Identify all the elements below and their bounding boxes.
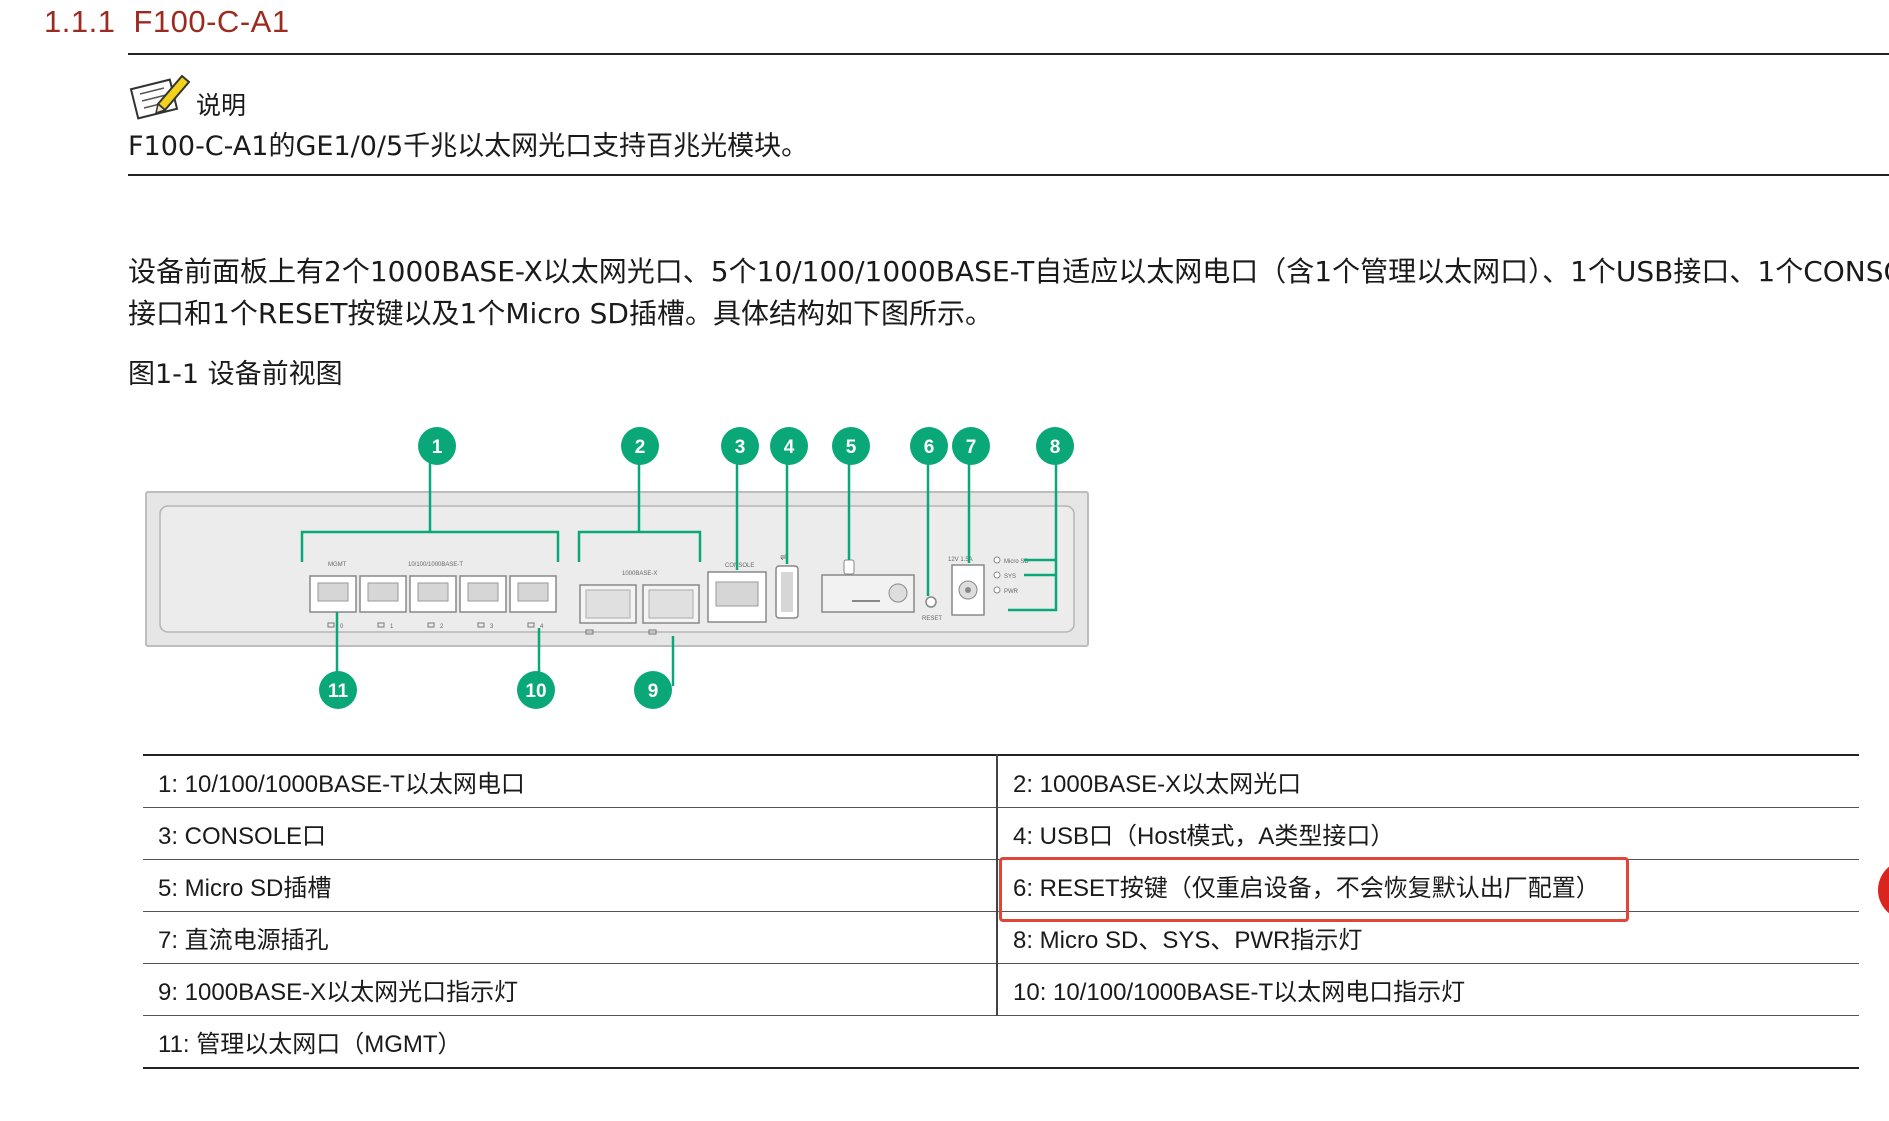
note-text: F100-C-A1的GE1/0/5千兆以太网光口支持百兆光模块。	[128, 131, 809, 162]
usb-port	[775, 565, 799, 619]
callout-6: 6	[910, 427, 948, 465]
dc-power-jack	[951, 564, 985, 616]
callout-1: 1	[418, 427, 456, 465]
led-pwr-label: PWR	[1004, 589, 1019, 595]
callout-4: 4	[770, 427, 808, 465]
svg-text:1: 1	[432, 437, 443, 458]
description-line-1: 设备前面板上有2个1000BASE-X以太网光口、5个10/100/1000BA…	[128, 255, 1889, 288]
copper-group-label: 10/100/1000BASE-T	[408, 562, 463, 568]
reset-button	[925, 596, 937, 608]
callout-3: 3	[721, 427, 759, 465]
table-row: 3: CONSOLE口 4: USB口（Host模式，A类型接口）	[143, 807, 1859, 860]
copper-port-2	[409, 575, 457, 613]
table-row: 11: 管理以太网口（MGMT）	[143, 1015, 1859, 1069]
section-number: 1.1.1	[44, 4, 116, 39]
svg-text:9: 9	[648, 681, 659, 702]
copper-port-0	[309, 575, 357, 613]
reset-label: RESET	[922, 616, 942, 622]
svg-text:3: 3	[735, 437, 746, 458]
note-label: 说明	[196, 91, 247, 120]
fiber-group-label: 1000BASE-X	[622, 571, 657, 577]
callout-2: 2	[621, 427, 659, 465]
figure-caption: 图1-1 设备前视图	[128, 359, 343, 390]
callout-9: 9	[634, 671, 672, 709]
svg-text:5: 5	[846, 437, 857, 458]
table-cell: 11: 管理以太网口（MGMT）	[143, 1015, 997, 1069]
fiber-port-1	[579, 584, 637, 624]
callout-10: 10	[517, 671, 555, 709]
callout-5: 5	[832, 427, 870, 465]
svg-text:2: 2	[635, 437, 646, 458]
table-cell: 4: USB口（Host模式，A类型接口）	[997, 807, 1859, 860]
table-cell	[997, 1015, 1859, 1069]
note-rule	[128, 174, 1889, 176]
heading-rule	[128, 53, 1889, 55]
table-cell: 10: 10/100/1000BASE-T以太网电口指示灯	[997, 963, 1859, 1016]
reset-highlight-box	[999, 857, 1629, 922]
copper-port-3	[459, 575, 507, 613]
table-cell: 9: 1000BASE-X以太网光口指示灯	[143, 963, 998, 1016]
callout-11: 11	[319, 671, 357, 709]
section-heading: 1.1.1 F100-C-A1	[44, 4, 290, 40]
table-cell: 5: Micro SD插槽	[143, 859, 998, 912]
mgmt-label: MGMT	[328, 562, 347, 568]
svg-text:8: 8	[1050, 437, 1061, 458]
svg-text:7: 7	[966, 437, 977, 458]
led-sys-label: SYS	[1004, 574, 1016, 580]
device-front-view: MGMT 10/100/1000BASE-T 0 1 2 3 4 1000BAS…	[145, 427, 1089, 709]
table-cell: 2: 1000BASE-X以太网光口	[997, 754, 1859, 808]
section-title: F100-C-A1	[133, 4, 290, 39]
table-row: 1: 10/100/1000BASE-T以太网电口 2: 1000BASE-X以…	[143, 754, 1859, 808]
svg-text:4: 4	[784, 437, 795, 458]
callout-8: 8	[1036, 427, 1074, 465]
callout-7: 7	[952, 427, 990, 465]
copper-port-4	[509, 575, 557, 613]
table-cell: 1: 10/100/1000BASE-T以太网电口	[143, 754, 998, 808]
table-cell: 7: 直流电源插孔	[143, 911, 998, 964]
table-cell: 3: CONSOLE口	[143, 807, 998, 860]
table-row: 9: 1000BASE-X以太网光口指示灯 10: 10/100/1000BAS…	[143, 963, 1859, 1016]
floating-button-edge[interactable]	[1878, 860, 1889, 920]
svg-text:11: 11	[328, 681, 349, 702]
console-port	[707, 571, 767, 623]
svg-text:6: 6	[924, 437, 935, 458]
console-label: CONSOLE	[725, 563, 754, 569]
description-line-2: 接口和1个RESET按键以及1个Micro SD插槽。具体结构如下图所示。	[128, 297, 993, 330]
svg-text:10: 10	[525, 681, 546, 702]
note-icon	[129, 74, 191, 120]
fiber-port-2	[642, 584, 700, 624]
copper-port-1	[359, 575, 407, 613]
